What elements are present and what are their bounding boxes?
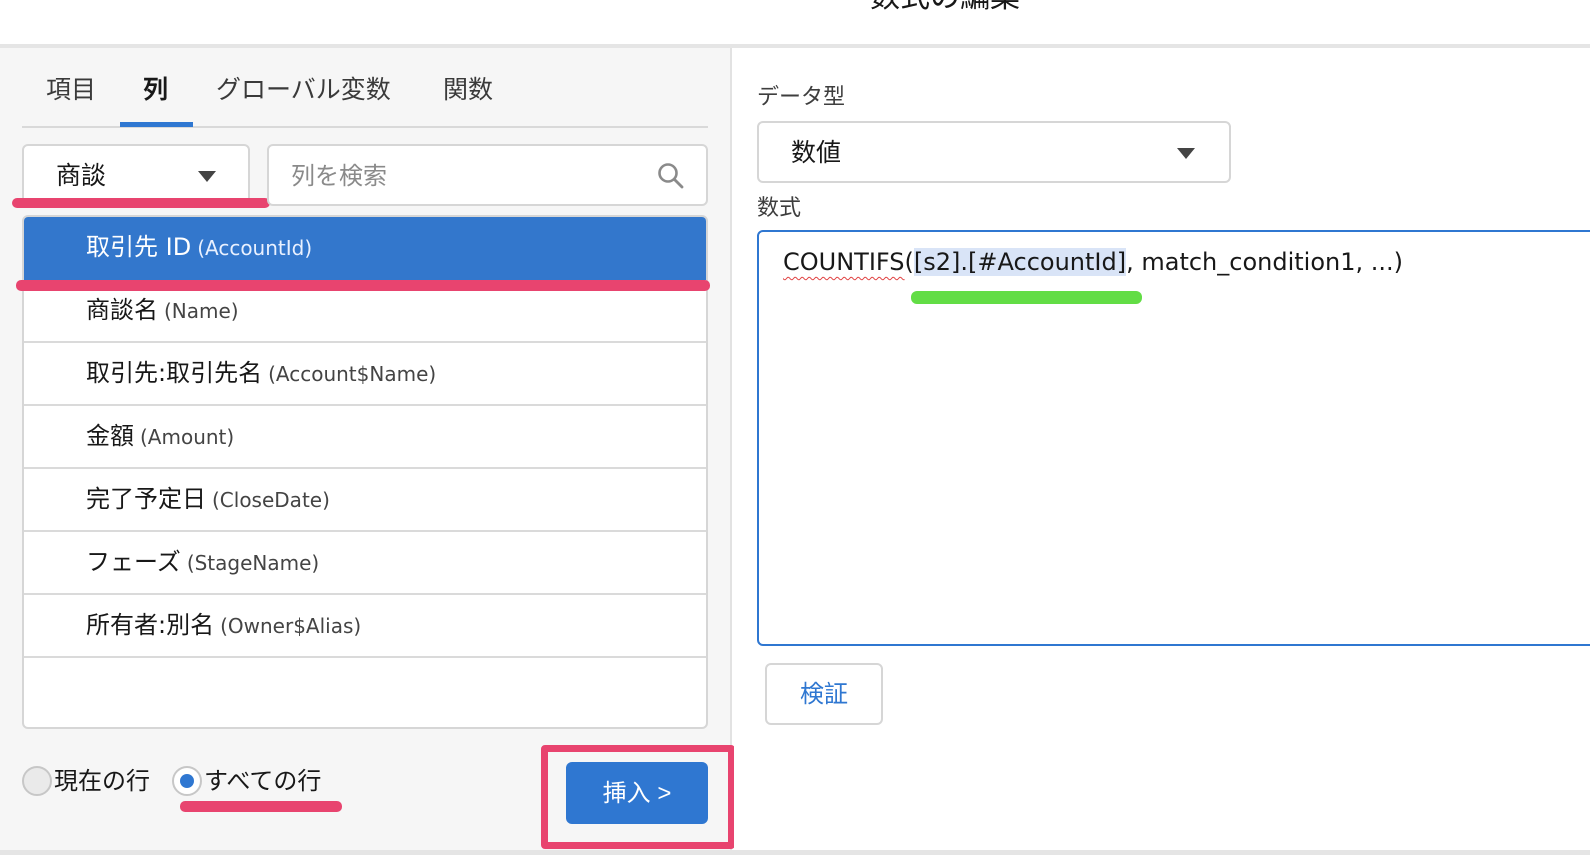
annotation-underline-selected-column xyxy=(16,280,710,291)
list-item-stagename[interactable]: フェーズ (StageName) xyxy=(24,532,706,595)
object-select-value: 商談 xyxy=(56,161,107,190)
list-item-owner-alias[interactable]: 所有者:別名 (Owner$Alias) xyxy=(24,595,706,658)
column-label: 所有者:別名 xyxy=(86,611,215,639)
list-item-accountid[interactable]: 取引先 ID (AccountId) xyxy=(24,217,706,280)
tab-global-variables[interactable]: グローバル変数 xyxy=(216,72,391,108)
insert-button[interactable]: 挿入 > xyxy=(566,762,708,824)
column-api-name: (AccountId) xyxy=(197,236,313,260)
formula-label: 数式 xyxy=(757,196,802,221)
caret-down-icon xyxy=(1177,148,1195,159)
column-search[interactable] xyxy=(267,144,708,206)
column-api-name: (Owner$Alias) xyxy=(220,614,362,638)
bottom-divider xyxy=(0,850,1590,855)
search-input[interactable] xyxy=(291,156,641,196)
column-label: 完了予定日 xyxy=(86,485,206,513)
formula-remaining-arguments: , match_condition1, ...) xyxy=(1126,248,1403,276)
formula-editor[interactable]: COUNTIFS([s2].[#AccountId], match_condit… xyxy=(757,230,1590,646)
column-api-name: (Name) xyxy=(164,299,239,323)
list-item-account-name[interactable]: 取引先:取引先名 (Account$Name) xyxy=(24,343,706,406)
dialog-header: 数式の編集 xyxy=(0,0,1590,46)
data-type-value: 数値 xyxy=(791,138,842,167)
tab-functions[interactable]: 関数 xyxy=(443,72,493,108)
data-type-label: データ型 xyxy=(757,85,846,110)
active-tab-indicator xyxy=(120,122,193,127)
caret-down-icon xyxy=(198,171,216,182)
list-item-closedate[interactable]: 完了予定日 (CloseDate) xyxy=(24,469,706,532)
formula-function-name: COUNTIFS xyxy=(783,248,905,276)
formula-selected-argument: [s2].[#AccountId] xyxy=(913,248,1127,276)
column-api-name: (Amount) xyxy=(140,425,235,449)
column-label: 取引先:取引先名 xyxy=(86,359,263,387)
column-label: 商談名 xyxy=(86,296,158,324)
formula-text: COUNTIFS([s2].[#AccountId], match_condit… xyxy=(783,244,1403,280)
column-label: 取引先 ID xyxy=(86,233,192,261)
radio-current-row-label: 現在の行 xyxy=(54,767,150,795)
verify-button[interactable]: 検証 xyxy=(765,663,883,725)
dialog-title: 数式の編集 xyxy=(0,0,1590,18)
tab-columns[interactable]: 列 xyxy=(143,72,168,108)
column-api-name: (CloseDate) xyxy=(212,488,330,512)
list-item-amount[interactable]: 金額 (Amount) xyxy=(24,406,706,469)
data-type-select[interactable]: 数値 xyxy=(757,121,1231,183)
column-label: 金額 xyxy=(86,422,134,450)
annotation-underline-formula-arg xyxy=(911,291,1142,304)
column-api-name: (StageName) xyxy=(186,551,320,575)
column-label: フェーズ xyxy=(86,548,181,576)
column-api-name: (Account$Name) xyxy=(268,362,437,386)
column-list: 取引先 ID (AccountId) 商談名 (Name) 取引先:取引先名 (Acc… xyxy=(22,215,708,729)
annotation-underline-all-rows xyxy=(180,801,342,812)
formula-open-paren: ( xyxy=(904,248,914,276)
radio-all-rows-label: すべての行 xyxy=(204,767,322,795)
object-select[interactable]: 商談 xyxy=(22,144,250,206)
tab-fields[interactable]: 項目 xyxy=(46,72,96,108)
radio-all-rows[interactable] xyxy=(172,766,202,796)
radio-current-row[interactable] xyxy=(22,766,52,796)
search-icon xyxy=(658,163,684,189)
annotation-underline-object xyxy=(12,198,270,208)
